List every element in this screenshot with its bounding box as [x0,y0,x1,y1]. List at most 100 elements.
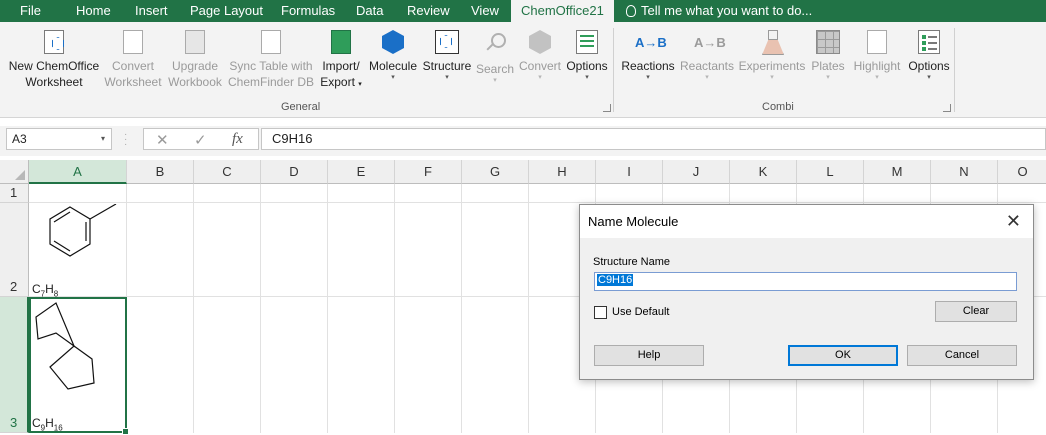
search-button[interactable]: Search ▾ [475,30,515,85]
upgrade-workbook-icon [182,30,208,56]
use-default-label[interactable]: Use Default [612,306,669,318]
structure-icon [434,30,460,56]
column-header-d[interactable]: D [261,160,328,184]
chevron-down-icon: ▾ [538,74,542,81]
sync-table-button[interactable]: Sync Table with ChemFinder DB [227,30,315,90]
experiments-button[interactable]: Experiments ▾ [737,30,807,82]
use-default-checkbox[interactable] [594,306,607,319]
molecule-button[interactable]: Molecule ▾ [366,30,420,82]
options-general-button[interactable]: Options ▾ [564,30,610,82]
column-header-l[interactable]: L [797,160,864,184]
import-export-label-2: Export ▾ [320,75,362,89]
column-divider [528,184,529,433]
chevron-down-icon[interactable]: ▾ [101,129,105,149]
sync-table-label-1: Sync Table with [229,59,313,73]
tab-review[interactable]: Review [407,0,450,22]
column-header-a[interactable]: A [29,160,127,184]
reaction-arrow-icon: A→B [635,35,667,50]
column-divider [327,184,328,433]
column-header-h[interactable]: H [529,160,596,184]
tab-insert[interactable]: Insert [135,0,168,22]
chevron-down-icon: ▾ [445,74,449,81]
cancel-button[interactable]: Cancel [907,345,1017,366]
new-worksheet-icon [41,30,67,56]
import-export-button[interactable]: Import/ Export ▾ [317,30,365,93]
tab-chemoffice[interactable]: ChemOffice21 [511,0,614,22]
group-separator [954,28,955,112]
upgrade-workbook-button[interactable]: Upgrade Workbook [164,30,226,90]
group-label-combi: Combi [762,101,794,113]
column-header-i[interactable]: I [596,160,663,184]
structure-button[interactable]: Structure ▾ [421,30,473,82]
reactants-button[interactable]: A→B Reactants ▾ [678,30,736,82]
tab-view[interactable]: View [471,0,499,22]
tab-formulas[interactable]: Formulas [281,0,335,22]
options-combi-button[interactable]: Options ▾ [906,30,952,82]
plates-button[interactable]: Plates ▾ [808,30,848,82]
convert-label: Convert [518,59,562,73]
column-header-g[interactable]: G [462,160,529,184]
convert-worksheet-icon [120,30,146,56]
experiments-label: Experiments [738,59,806,73]
upgrade-workbook-label-1: Upgrade [171,59,219,73]
options-general-label: Options [566,59,608,73]
column-divider [461,184,462,433]
column-header-m[interactable]: M [864,160,931,184]
row-header-3[interactable]: 3 [0,297,29,433]
formula-input[interactable]: C9H16 [261,128,1046,150]
plates-label: Plates [811,59,845,73]
dialog-launcher-icon[interactable] [943,104,951,112]
reactions-button[interactable]: A→B Reactions ▾ [620,30,676,82]
tell-me-text: Tell me what you want to do... [641,3,813,18]
cancel-icon[interactable]: ✕ [156,131,169,149]
group-label-general: General [281,101,321,113]
excel-import-icon [328,30,354,56]
chevron-down-icon: ▾ [705,74,709,81]
name-box[interactable]: A3 ▾ [6,128,112,150]
column-header-n[interactable]: N [931,160,998,184]
column-header-e[interactable]: E [328,160,395,184]
plates-grid-icon [815,30,841,56]
structure-name-selected-text: C9H16 [597,274,634,286]
insert-function-icon[interactable]: fx [232,131,243,148]
column-header-k[interactable]: K [730,160,797,184]
toluene-structure[interactable] [30,204,126,276]
tab-file[interactable]: File [20,0,41,22]
dialog-launcher-icon[interactable] [603,104,611,112]
formula-controls: ✕ ✓ fx [143,128,259,150]
tab-home[interactable]: Home [76,0,111,22]
convert-button[interactable]: Convert ▾ [516,30,564,82]
column-header-f[interactable]: F [395,160,462,184]
column-header-b[interactable]: B [127,160,194,184]
highlight-button[interactable]: Highlight ▾ [849,30,905,82]
chevron-down-icon: ▾ [770,74,774,81]
close-icon[interactable]: ✕ [1006,211,1021,231]
column-header-c[interactable]: C [194,160,261,184]
help-button[interactable]: Help [594,345,704,366]
row-header-2[interactable]: 2 [0,203,29,297]
column-header-o[interactable]: O [998,160,1046,184]
enter-icon[interactable]: ✓ [194,131,207,149]
new-chemoffice-worksheet-button[interactable]: New ChemOffice Worksheet [6,30,102,90]
flask-icon [759,30,785,56]
clear-button[interactable]: Clear [935,301,1017,322]
active-cell-selection[interactable] [29,297,129,435]
options-combi-label: Options [908,59,950,73]
ribbon-tab-bar: File Home Insert Page Layout Formulas Da… [0,0,1046,22]
select-all-corner[interactable] [0,160,29,184]
dialog-title-bar[interactable]: Name Molecule ✕ [580,205,1033,238]
chevron-down-icon: ▾ [646,74,650,81]
convert-icon [527,30,553,56]
column-header-j[interactable]: J [663,160,730,184]
drag-handle-icon[interactable]: · · · [124,130,127,150]
tell-me-search[interactable]: Tell me what you want to do... [626,0,812,22]
structure-name-input[interactable]: C9H16 [594,272,1017,291]
convert-worksheet-button[interactable]: Convert Worksheet [104,30,162,90]
row-header-1[interactable]: 1 [0,184,29,203]
tab-page-layout[interactable]: Page Layout [190,0,263,22]
tab-data[interactable]: Data [356,0,383,22]
upgrade-workbook-label-2: Workbook [168,75,222,89]
ok-button[interactable]: OK [788,345,898,366]
reactions-label: Reactions [621,59,675,73]
new-worksheet-label-2: Worksheet [25,75,83,89]
